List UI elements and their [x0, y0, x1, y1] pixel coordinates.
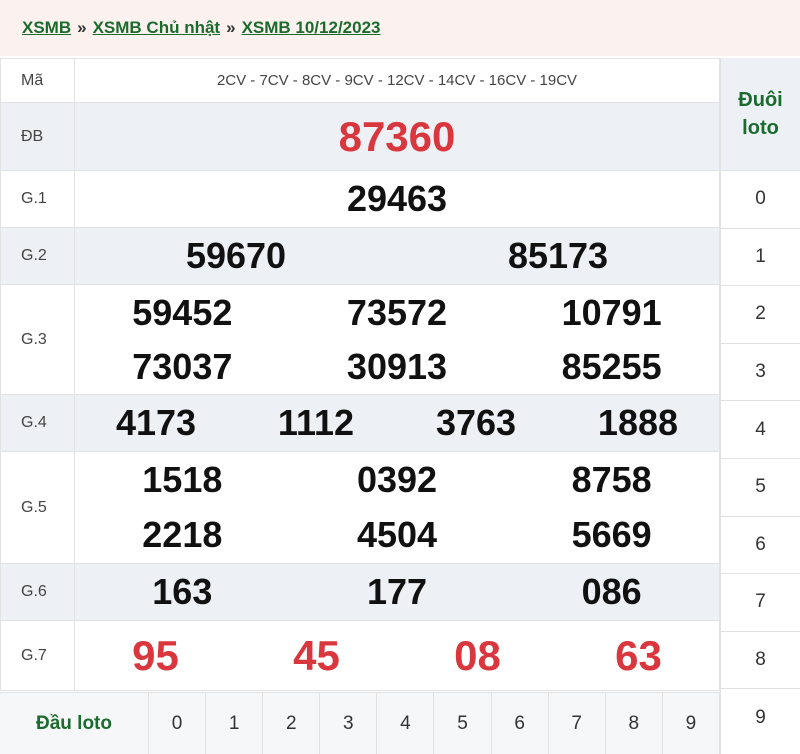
prize-number: 59670: [185, 235, 287, 276]
row-g7: G.7 95 45 08 63: [0, 620, 720, 691]
prize-number: 4173: [115, 402, 197, 443]
special-prize-number: 87360: [74, 102, 720, 171]
prize-number: 30913: [346, 345, 448, 387]
duoi-loto-digit[interactable]: 0: [721, 171, 800, 229]
prize-number: 08: [454, 631, 501, 679]
prize-label-g3: G.3: [0, 284, 75, 395]
breadcrumb: XSMB » XSMB Chủ nhật » XSMB 10/12/2023: [0, 0, 800, 56]
prize-number: 85173: [507, 235, 609, 276]
duoi-loto-column: Đuôi loto 0 1 2 3 4 5 6 7 8 9: [720, 58, 800, 754]
duoi-loto-digit[interactable]: 5: [721, 459, 800, 517]
duoi-loto-digit[interactable]: 3: [721, 344, 800, 402]
prize-number: 73037: [132, 345, 233, 387]
prize-number: 177: [366, 571, 428, 612]
row-g1: G.1 29463: [0, 170, 720, 228]
dau-loto-digit[interactable]: 9: [662, 693, 720, 754]
dau-loto-digit[interactable]: 7: [548, 693, 606, 754]
prize-label-db: ĐB: [0, 102, 75, 171]
prize-number: 63: [615, 631, 662, 679]
prize-number: 8758: [571, 459, 652, 500]
prize-number: 1112: [277, 402, 355, 443]
duoi-loto-digit[interactable]: 4: [721, 401, 800, 459]
dau-loto-digit[interactable]: 6: [491, 693, 549, 754]
dau-loto-digit[interactable]: 4: [377, 693, 435, 754]
row-g5: G.5 1518 0392 8758 2218 4504 5669: [0, 451, 720, 564]
duoi-loto-digit[interactable]: 8: [721, 632, 800, 690]
prize-number: 0392: [356, 459, 438, 500]
prize-number: 086: [581, 571, 642, 612]
prize-label-g7: G.7: [0, 620, 75, 691]
prize-number: 10791: [561, 291, 662, 333]
duoi-loto-digit[interactable]: 1: [721, 229, 800, 287]
prize-number: 2218: [142, 514, 223, 555]
row-g6: G.6 163 177 086: [0, 563, 720, 621]
dau-loto-digit[interactable]: 1: [206, 693, 264, 754]
row-g3: G.3 59452 73572 10791 73037 30913 85255: [0, 284, 720, 395]
results-table: Mã 2CV - 7CV - 8CV - 9CV - 12CV - 14CV -…: [0, 58, 720, 691]
dau-loto-digit[interactable]: 8: [605, 693, 663, 754]
duoi-loto-title: Đuôi loto: [721, 58, 800, 171]
dau-loto-title: Đầu loto: [0, 693, 149, 754]
duoi-loto-digit[interactable]: 6: [721, 517, 800, 575]
row-g2: G.2 59670 85173: [0, 227, 720, 285]
prize-label-g4: G.4: [0, 394, 75, 452]
prize-number: 3763: [435, 402, 517, 443]
breadcrumb-link-xsmb-sunday[interactable]: XSMB Chủ nhật: [93, 18, 221, 38]
duoi-loto-digit[interactable]: 9: [721, 689, 800, 747]
prize-number: 5669: [571, 514, 652, 555]
row-ma: Mã 2CV - 7CV - 8CV - 9CV - 12CV - 14CV -…: [0, 58, 720, 103]
prize-number: 73572: [346, 291, 448, 333]
dau-loto-digit[interactable]: 0: [149, 693, 207, 754]
dau-loto-digit[interactable]: 3: [320, 693, 378, 754]
prize-number: 29463: [346, 178, 448, 219]
row-g4: G.4 4173 1112 3763 1888: [0, 394, 720, 452]
breadcrumb-link-xsmb[interactable]: XSMB: [22, 18, 71, 38]
prize-number: 1518: [142, 459, 223, 500]
dau-loto-digit[interactable]: 5: [434, 693, 492, 754]
prize-number: 45: [293, 631, 340, 679]
prize-number: 59452: [132, 291, 233, 333]
breadcrumb-link-xsmb-date[interactable]: XSMB 10/12/2023: [242, 18, 381, 38]
row-db: ĐB 87360: [0, 102, 720, 171]
prize-number: 4504: [356, 514, 438, 555]
prize-number: 1888: [597, 402, 679, 443]
breadcrumb-separator: »: [226, 18, 236, 37]
breadcrumb-separator: »: [77, 18, 87, 37]
ma-codes: 2CV - 7CV - 8CV - 9CV - 12CV - 14CV - 16…: [74, 58, 720, 103]
prize-label-g6: G.6: [0, 563, 75, 621]
prize-label-g2: G.2: [0, 227, 75, 285]
duoi-loto-digit[interactable]: 2: [721, 286, 800, 344]
dau-loto-digit[interactable]: 2: [263, 693, 321, 754]
dau-loto-bar: Đầu loto 0 1 2 3 4 5 6 7 8 9: [0, 692, 720, 754]
prize-number: 85255: [561, 345, 662, 387]
ma-label: Mã: [0, 58, 75, 103]
prize-label-g5: G.5: [0, 451, 75, 564]
prize-label-g1: G.1: [0, 170, 75, 228]
prize-number: 163: [152, 571, 213, 612]
prize-number: 95: [132, 631, 179, 679]
duoi-loto-digit[interactable]: 7: [721, 574, 800, 632]
